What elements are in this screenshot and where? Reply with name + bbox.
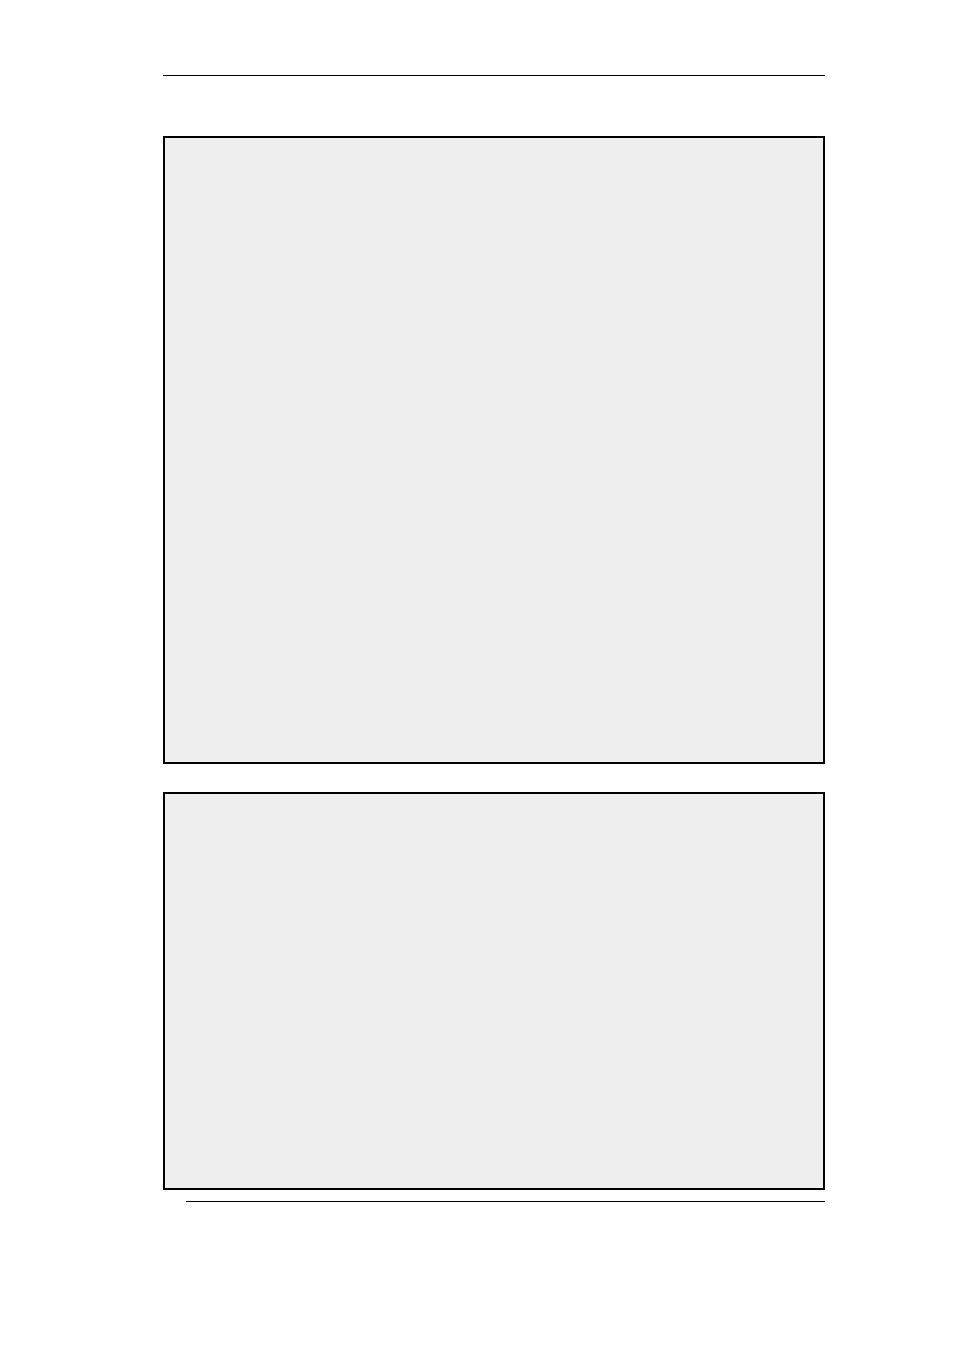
- content-box-1: [163, 136, 825, 764]
- content-box-2: [163, 792, 825, 1190]
- horizontal-rule-top: [163, 75, 825, 76]
- horizontal-rule-bottom: [186, 1201, 825, 1202]
